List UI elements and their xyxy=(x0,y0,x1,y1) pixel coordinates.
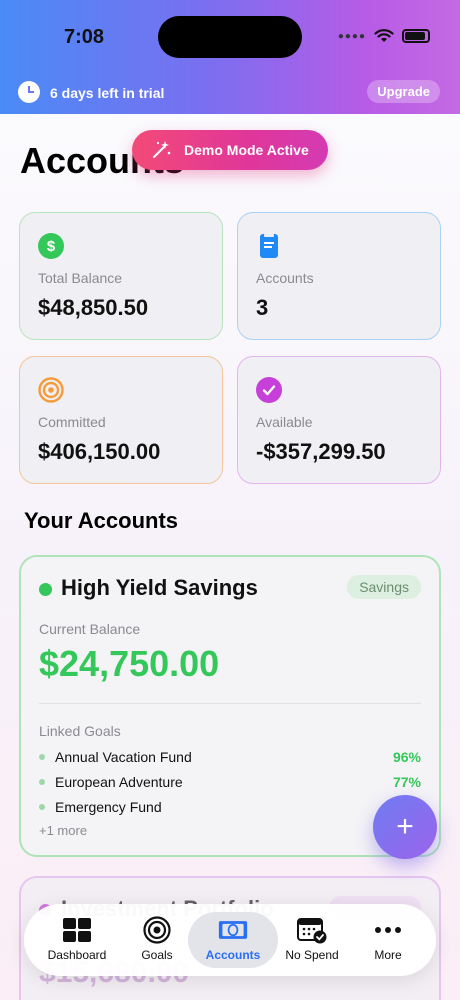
linked-goals-label: Linked Goals xyxy=(39,723,121,739)
tab-bar: Dashboard Goals Accounts No Spend More xyxy=(24,904,436,976)
clock-icon xyxy=(18,81,40,103)
stat-value: $48,850.50 xyxy=(38,295,149,320)
account-type-badge: Savings xyxy=(347,575,421,599)
demo-mode-badge[interactable]: Demo Mode Active xyxy=(132,130,328,170)
goal-name: European Adventure xyxy=(55,774,183,790)
wifi-icon xyxy=(374,29,394,42)
stat-card-available[interactable]: Available -$357,299.50 xyxy=(237,356,441,484)
trial-text: 6 days left in trial xyxy=(50,85,165,101)
tab-accounts[interactable]: Accounts xyxy=(188,912,278,968)
goal-name: Emergency Fund xyxy=(55,799,162,815)
bullet-icon xyxy=(39,779,45,785)
dollar-icon: $ xyxy=(38,233,64,259)
tab-label: Dashboard xyxy=(47,948,107,962)
status-icons: ●●●● xyxy=(338,28,430,44)
stat-card-committed[interactable]: Committed $406,150.00 xyxy=(19,356,223,484)
status-dot xyxy=(39,583,52,596)
upgrade-button[interactable]: Upgrade xyxy=(367,80,440,103)
demo-mode-label: Demo Mode Active xyxy=(184,142,309,158)
dynamic-island xyxy=(158,16,302,58)
balance-label: Current Balance xyxy=(39,621,141,637)
section-title: Your Accounts xyxy=(24,508,179,533)
divider xyxy=(39,703,421,704)
more-goals-link[interactable]: +1 more xyxy=(39,823,87,838)
accounts-icon xyxy=(218,916,248,944)
account-name: High Yield Savings xyxy=(61,575,258,600)
add-account-button[interactable]: + xyxy=(373,795,437,859)
battery-icon xyxy=(402,29,430,43)
goal-percent: 77% xyxy=(392,774,421,790)
tab-label: Accounts xyxy=(205,948,261,962)
calendar-check-icon xyxy=(297,916,327,944)
tab-label: More xyxy=(374,948,402,962)
status-time: 7:08 xyxy=(64,26,105,48)
card-icon xyxy=(256,233,282,259)
stat-label: Committed xyxy=(38,414,106,430)
goals-target-icon xyxy=(142,916,172,944)
signal-icon: ●●●● xyxy=(337,30,366,42)
bullet-icon xyxy=(39,804,45,810)
linked-goal-item[interactable]: Annual Vacation Fund 96% xyxy=(39,747,421,767)
linked-goal-item[interactable]: European Adventure 77% xyxy=(39,772,421,792)
stat-value: $406,150.00 xyxy=(38,439,161,464)
tab-more[interactable]: More xyxy=(343,912,433,968)
stat-value: 3 xyxy=(256,295,269,320)
linked-goal-item[interactable]: Emergency Fund xyxy=(39,797,421,817)
more-dots-icon xyxy=(373,916,403,944)
stat-label: Available xyxy=(256,414,313,430)
goal-name: Annual Vacation Fund xyxy=(55,749,192,765)
goal-percent: 96% xyxy=(392,749,421,765)
balance-value: $24,750.00 xyxy=(39,643,220,684)
stat-label: Accounts xyxy=(256,270,314,286)
target-icon xyxy=(38,377,64,403)
stat-label: Total Balance xyxy=(38,270,123,286)
stat-card-total-balance[interactable]: $ Total Balance $48,850.50 xyxy=(19,212,223,340)
stat-card-accounts[interactable]: Accounts 3 xyxy=(237,212,441,340)
tab-label: No Spend xyxy=(285,948,339,962)
trial-banner: 6 days left in trial Upgrade xyxy=(0,78,460,108)
stat-value: -$357,299.50 xyxy=(256,439,386,464)
tab-label: Goals xyxy=(141,948,173,962)
dashboard-icon xyxy=(62,916,92,944)
check-icon xyxy=(256,377,282,403)
magic-wand-icon xyxy=(153,141,171,158)
bullet-icon xyxy=(39,754,45,760)
tab-dashboard[interactable]: Dashboard xyxy=(32,912,122,968)
